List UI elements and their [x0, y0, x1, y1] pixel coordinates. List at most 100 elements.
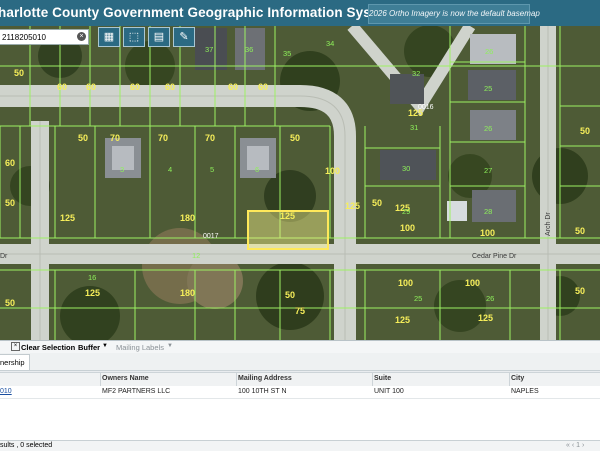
tab-ownership[interactable]: nership: [0, 354, 30, 370]
aerial-map[interactable]: 60 60 60 60 60 6050 70 70 70 5050 125 180 125125 …: [0, 26, 600, 340]
draw-button[interactable]: ✎: [173, 27, 195, 47]
app-title: harlotte County Government Geographic In…: [0, 5, 396, 20]
svg-text:Arch Dr: Arch Dr: [545, 212, 552, 236]
svg-text:27: 27: [484, 166, 492, 175]
close-icon[interactable]: ×: [11, 342, 20, 351]
svg-text:60: 60: [258, 82, 268, 92]
svg-text:70: 70: [158, 133, 168, 143]
chevron-down-icon[interactable]: ▼: [102, 343, 108, 349]
suite-cell: UNIT 100: [374, 388, 404, 395]
svg-text:50: 50: [575, 286, 585, 296]
svg-text:125: 125: [345, 201, 360, 211]
column-header-city[interactable]: City: [511, 375, 524, 382]
column-divider[interactable]: [236, 373, 237, 386]
svg-text:50: 50: [372, 198, 382, 208]
svg-text:75: 75: [295, 306, 305, 316]
svg-text:26: 26: [486, 294, 494, 303]
svg-text:50: 50: [285, 290, 295, 300]
svg-text:28: 28: [484, 207, 492, 216]
svg-text:Dr: Dr: [0, 253, 8, 260]
svg-text:31: 31: [410, 123, 418, 132]
selection-toolbar: × Clear Selection Buffer ▼ Mailing Label…: [0, 340, 600, 354]
column-header-owners-name[interactable]: Owners Name: [102, 375, 149, 382]
svg-text:32: 32: [412, 69, 420, 78]
results-count: sults , 0 selected: [0, 442, 53, 449]
basemap-notice-banner[interactable]: 2026 Ortho Imagery is now the default ba…: [368, 4, 540, 24]
svg-text:125: 125: [85, 288, 100, 298]
svg-text:50: 50: [575, 226, 585, 236]
svg-text:3: 3: [120, 165, 124, 174]
svg-text:50: 50: [580, 126, 590, 136]
basemap-gallery-button[interactable]: ▦: [98, 27, 120, 47]
svg-text:60: 60: [130, 82, 140, 92]
buffer-button[interactable]: Buffer: [78, 343, 100, 352]
svg-text:30: 30: [402, 164, 410, 173]
svg-text:29: 29: [402, 207, 410, 216]
table-header: Owners Name Mailing Address Suite City: [0, 372, 600, 387]
column-header-mailing-address[interactable]: Mailing Address: [238, 375, 292, 382]
svg-text:100: 100: [465, 278, 480, 288]
svg-text:50: 50: [14, 68, 24, 78]
parcel-search-box[interactable]: ×: [0, 29, 89, 45]
svg-text:180: 180: [180, 213, 195, 223]
select-area-button[interactable]: ⬚: [123, 27, 145, 47]
svg-text:12: 12: [192, 251, 200, 260]
svg-text:125: 125: [395, 315, 410, 325]
column-header-suite[interactable]: Suite: [374, 375, 391, 382]
pagination-controls[interactable]: « ‹ 1 ›: [566, 442, 584, 449]
svg-text:50: 50: [5, 198, 15, 208]
status-bar: sults , 0 selected « ‹ 1 ›: [0, 440, 600, 451]
svg-text:Cedar Pine Dr: Cedar Pine Dr: [472, 253, 517, 260]
svg-text:0017: 0017: [203, 233, 219, 240]
table-row[interactable]: 010 MF2 PARTNERS LLC 100 10TH ST N UNIT …: [0, 386, 600, 399]
column-divider[interactable]: [100, 373, 101, 386]
svg-text:100: 100: [400, 223, 415, 233]
document-icon: ▤: [153, 31, 165, 43]
svg-text:125: 125: [478, 313, 493, 323]
svg-text:34: 34: [326, 39, 334, 48]
svg-text:37: 37: [205, 45, 213, 54]
column-divider[interactable]: [509, 373, 510, 386]
svg-text:35: 35: [283, 49, 291, 58]
svg-text:25: 25: [484, 84, 492, 93]
svg-text:70: 70: [205, 133, 215, 143]
results-table: Owners Name Mailing Address Suite City 0…: [0, 372, 600, 440]
search-input[interactable]: [2, 30, 74, 44]
svg-text:100: 100: [325, 166, 340, 176]
svg-text:4: 4: [168, 165, 172, 174]
owners-name-cell: MF2 PARTNERS LLC: [102, 388, 171, 395]
svg-text:125: 125: [280, 211, 295, 221]
chevron-down-icon[interactable]: ▼: [167, 343, 173, 349]
parcel-id-link[interactable]: 010: [0, 388, 12, 395]
svg-text:180: 180: [180, 288, 195, 298]
mailing-address-cell: 100 10TH ST N: [238, 388, 287, 395]
svg-text:5: 5: [210, 165, 214, 174]
clear-selection-button[interactable]: Clear Selection: [21, 343, 75, 352]
print-report-button[interactable]: ▤: [148, 27, 170, 47]
column-divider[interactable]: [372, 373, 373, 386]
svg-text:50: 50: [78, 133, 88, 143]
svg-text:60: 60: [5, 158, 15, 168]
city-cell: NAPLES: [511, 388, 539, 395]
svg-text:60: 60: [86, 82, 96, 92]
svg-text:26: 26: [485, 47, 493, 56]
svg-text:50: 50: [290, 133, 300, 143]
grid-icon: ▦: [103, 31, 115, 43]
svg-text:50: 50: [5, 298, 15, 308]
svg-text:100: 100: [480, 228, 495, 238]
dashed-square-icon: ⬚: [128, 31, 140, 43]
pencil-icon: ✎: [179, 31, 189, 43]
results-tabs: nership: [0, 353, 600, 371]
svg-text:70: 70: [110, 133, 120, 143]
svg-text:25: 25: [414, 294, 422, 303]
svg-text:125: 125: [60, 213, 75, 223]
close-icon[interactable]: ×: [77, 32, 86, 41]
svg-text:16: 16: [88, 273, 96, 282]
svg-text:60: 60: [57, 82, 67, 92]
svg-text:6: 6: [255, 165, 259, 174]
map-view[interactable]: 60 60 60 60 60 60 50 70 70 70 50 50 125 180 125 125 …: [0, 26, 600, 340]
svg-text:36: 36: [245, 45, 253, 54]
svg-text:60: 60: [165, 82, 175, 92]
svg-text:60: 60: [228, 82, 238, 92]
mailing-labels-button[interactable]: Mailing Labels: [116, 343, 164, 352]
